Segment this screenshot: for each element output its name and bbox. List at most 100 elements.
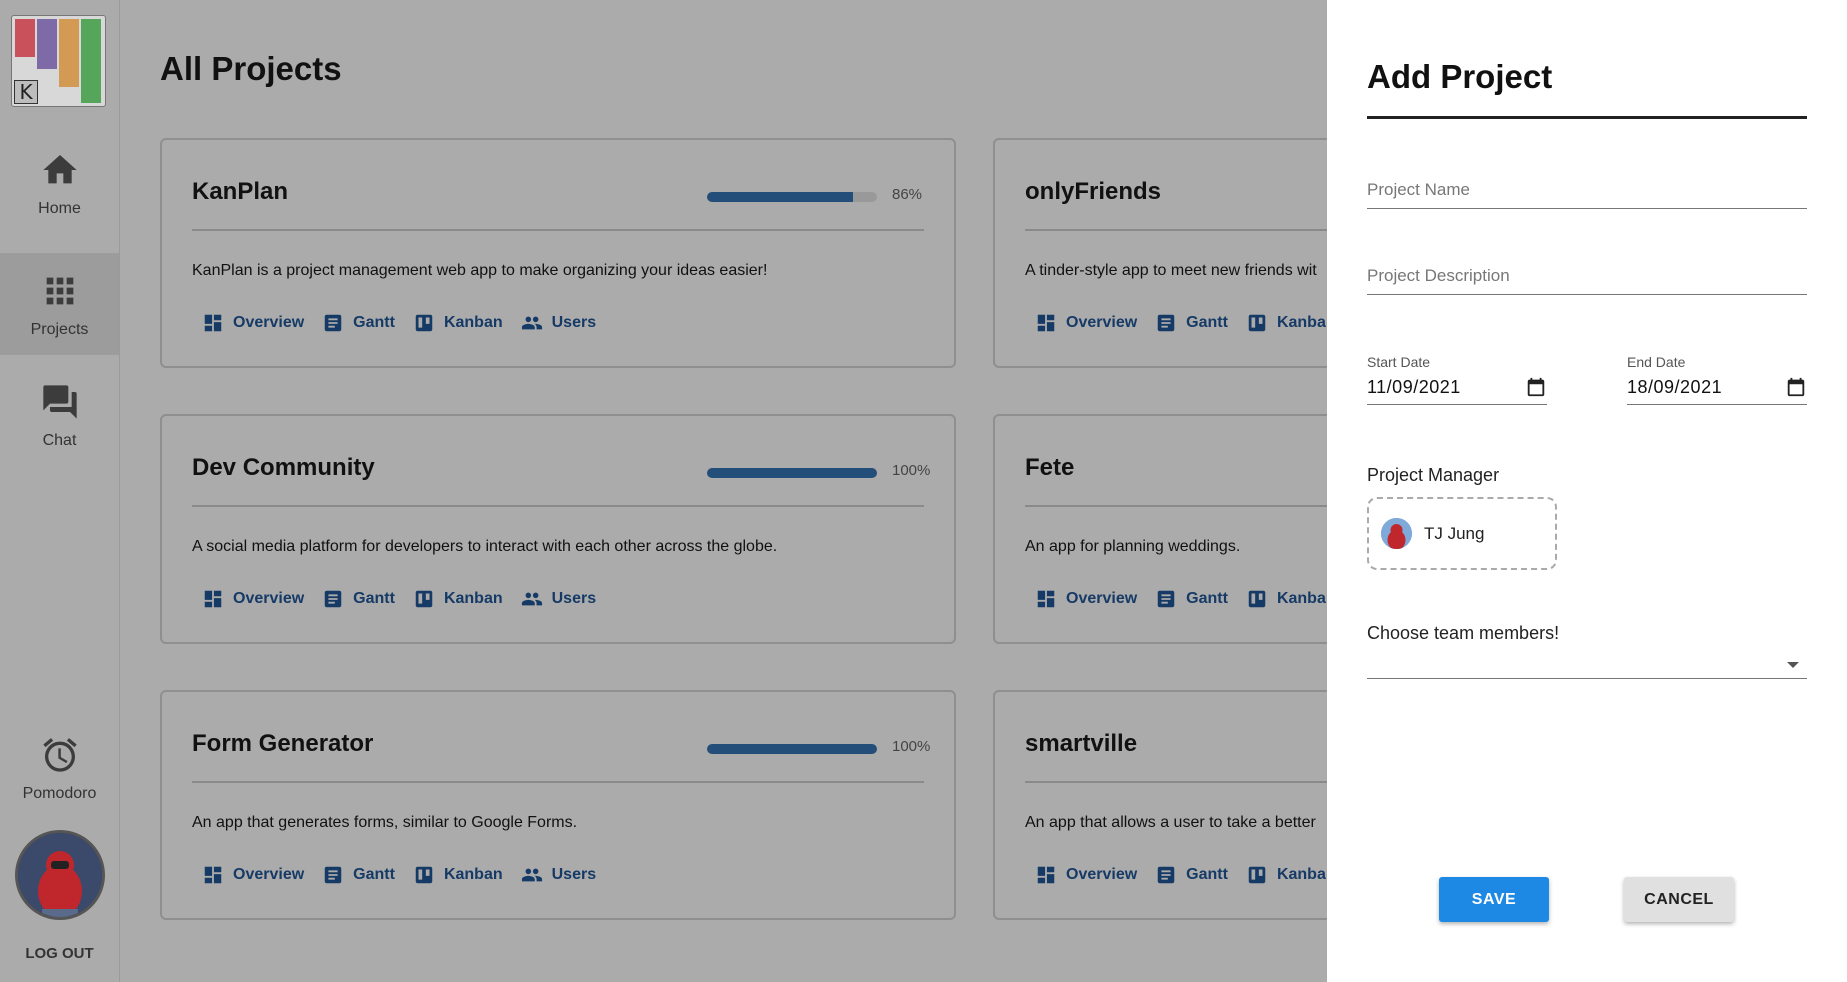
project-card[interactable]: KanPlan 86% KanPlan is a project managemen… [160, 138, 956, 368]
calendar-icon[interactable] [1525, 376, 1547, 398]
link-gantt[interactable]: Gantt [322, 864, 395, 886]
link-users[interactable]: Users [521, 312, 596, 334]
project-manager-chip[interactable]: TJ Jung [1367, 497, 1557, 570]
project-description: A tinder-style app to meet new friends w… [1025, 262, 1317, 279]
project-description: An app that generates forms, similar to … [192, 814, 578, 831]
logo-bar-orange [59, 19, 79, 87]
start-date-field[interactable]: Start Date 11/09/2021 [1367, 354, 1547, 405]
link-overview[interactable]: Overview [202, 588, 304, 610]
project-card[interactable]: Dev Community 100% A social media platform… [160, 414, 956, 644]
calendar-icon[interactable] [1785, 376, 1807, 398]
project-links: Overview Gantt Kanban Users [202, 864, 596, 886]
link-overview[interactable]: Overview [202, 864, 304, 886]
link-users-label: Users [551, 314, 597, 331]
project-description-placeholder: Project Description [1367, 266, 1510, 285]
link-overview[interactable]: Overview [1035, 312, 1137, 334]
sidebar: K Home Projects Chat Pomodoro LOG OUT [0, 0, 120, 982]
progress-percent: 100% [892, 462, 931, 479]
link-kanban[interactable]: Kanban [413, 864, 503, 886]
team-members-label: Choose team members! [1367, 623, 1560, 643]
gantt-icon [1157, 314, 1175, 332]
link-gantt[interactable]: Gantt [322, 312, 395, 334]
link-gantt[interactable]: Gantt [1155, 864, 1228, 886]
link-kanban[interactable]: Kanban [413, 588, 503, 610]
link-kanban[interactable]: Kanban [1246, 588, 1336, 610]
project-links: Overview Gantt Kanban Users [202, 312, 596, 334]
project-title: KanPlan [192, 178, 289, 205]
nav-home[interactable]: Home [0, 150, 119, 252]
link-gantt-label: Gantt [353, 866, 395, 883]
link-gantt[interactable]: Gantt [1155, 588, 1228, 610]
manager-avatar [1381, 518, 1412, 549]
logout-button[interactable]: LOG OUT [0, 945, 119, 962]
save-button[interactable]: SAVE [1439, 877, 1549, 922]
project-name-placeholder: Project Name [1367, 180, 1470, 199]
apps-grid-icon [46, 277, 73, 305]
dashboard-icon [1037, 590, 1055, 608]
project-links: Overview Gantt Kanban Users [202, 588, 596, 610]
app-logo[interactable]: K [11, 15, 106, 107]
link-overview-label: Overview [1066, 866, 1138, 883]
drawer-title-divider [1367, 116, 1807, 119]
link-gantt-label: Gantt [1186, 590, 1228, 607]
nav-projects[interactable]: Projects [0, 253, 119, 355]
start-date-label: Start Date [1367, 354, 1431, 370]
link-users-label: Users [551, 866, 597, 883]
link-kanban-label: Kanban [443, 866, 503, 883]
project-title: smartville [1025, 730, 1138, 757]
kanban-icon [1248, 314, 1266, 332]
end-date-value: 18/09/2021 [1627, 376, 1723, 397]
avatar[interactable] [15, 830, 105, 920]
link-gantt-label: Gantt [1186, 866, 1228, 883]
link-kanban-label: Kanban [443, 590, 503, 607]
link-kanban[interactable]: Kanban [1246, 312, 1336, 334]
progress-percent: 100% [892, 738, 931, 755]
page-title: All Projects [160, 50, 342, 87]
nav-pomodoro[interactable]: Pomodoro [0, 735, 119, 837]
project-title: onlyFriends [1025, 178, 1162, 205]
project-description: KanPlan is a project management web app … [192, 262, 768, 279]
gantt-icon [324, 314, 342, 332]
dashboard-icon [204, 314, 222, 332]
team-members-select[interactable] [1367, 650, 1807, 679]
gantt-icon [1157, 866, 1175, 884]
link-gantt[interactable]: Gantt [322, 588, 395, 610]
gantt-icon [324, 590, 342, 608]
dashboard-icon [204, 866, 222, 884]
project-title: Fete [1025, 454, 1075, 481]
nav-pomodoro-label: Pomodoro [22, 785, 97, 802]
link-users-label: Users [551, 590, 597, 607]
link-gantt-label: Gantt [353, 314, 395, 331]
project-card[interactable]: Form Generator 100% An app that generates … [160, 690, 956, 920]
project-name-field[interactable]: Project Name [1367, 180, 1807, 209]
link-overview[interactable]: Overview [202, 312, 304, 334]
link-users[interactable]: Users [521, 588, 596, 610]
progress-bar [707, 192, 877, 202]
link-kanban[interactable]: Kanban [1246, 864, 1336, 886]
link-users[interactable]: Users [521, 864, 596, 886]
project-description-field[interactable]: Project Description [1367, 266, 1807, 295]
link-overview[interactable]: Overview [1035, 588, 1137, 610]
link-gantt[interactable]: Gantt [1155, 312, 1228, 334]
project-manager-name: TJ Jung [1424, 523, 1485, 543]
kanban-icon [415, 314, 433, 332]
logo-bar-purple [37, 19, 57, 69]
nav-chat[interactable]: Chat [0, 382, 119, 484]
link-gantt-label: Gantt [353, 590, 395, 607]
card-divider [192, 781, 924, 783]
cancel-button[interactable]: CANCEL [1624, 877, 1734, 922]
end-date-field[interactable]: End Date 18/09/2021 [1627, 354, 1807, 405]
nav-projects-label: Projects [30, 321, 89, 338]
project-manager-label: Project Manager [1367, 465, 1500, 485]
end-date-label: End Date [1627, 354, 1686, 370]
kanban-icon [415, 590, 433, 608]
progress-bar [707, 744, 877, 754]
project-description: An app that allows a user to take a bett… [1025, 814, 1316, 831]
link-overview-label: Overview [1066, 590, 1138, 607]
logo-letter: K [14, 80, 38, 104]
link-overview-label: Overview [233, 866, 305, 883]
logo-bar-red [15, 19, 35, 57]
link-kanban[interactable]: Kanban [413, 312, 503, 334]
link-overview[interactable]: Overview [1035, 864, 1137, 886]
drawer-title: Add Project [1367, 58, 1553, 95]
